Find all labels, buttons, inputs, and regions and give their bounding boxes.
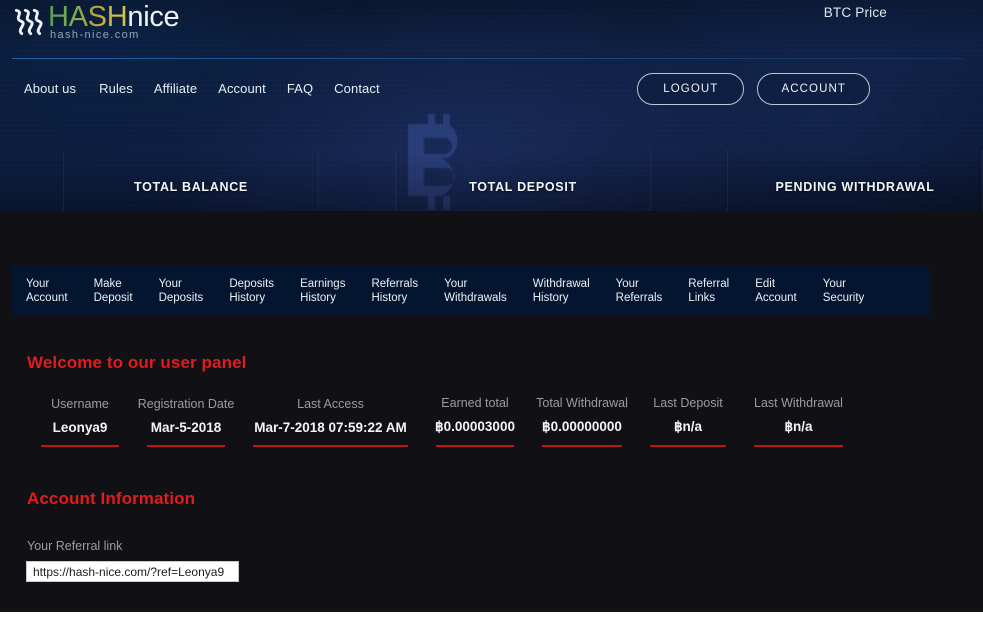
tab-line2: History <box>371 291 408 304</box>
stat-value: ฿0.00003000 <box>435 419 515 434</box>
tab-line1: Edit <box>755 277 776 290</box>
tab-line2: History <box>229 291 266 304</box>
tab-your-deposits[interactable]: Your Deposits <box>159 277 204 305</box>
stat-card-title: TOTAL BALANCE <box>134 180 248 194</box>
stat-username: Username Leonya9 <box>27 397 133 447</box>
tab-your-security[interactable]: Your Security <box>823 277 865 305</box>
account-button[interactable]: ACCOUNT <box>757 73 870 105</box>
tab-line2: Withdrawals <box>444 291 507 304</box>
stat-value: Leonya9 <box>52 420 108 435</box>
stat-total-withdrawal: Total Withdrawal ฿0.00000000 <box>528 396 636 447</box>
account-information-title: Account Information <box>27 489 196 508</box>
stat-card-total-deposit: TOTAL DEPOSIT <box>395 150 651 211</box>
nav-item-faq[interactable]: FAQ <box>287 81 334 96</box>
nav-item-contact[interactable]: Contact <box>334 81 401 96</box>
stat-value: Mar-5-2018 <box>150 420 222 435</box>
stat-value: Mar-7-2018 07:59:22 AM <box>254 420 407 435</box>
referral-link-input[interactable] <box>26 561 239 582</box>
nav-item-about-us[interactable]: About us <box>24 81 99 96</box>
stat-underline <box>41 445 119 447</box>
site-logo[interactable]: HASHnice hash-nice.com <box>10 2 180 41</box>
tab-line2: History <box>300 291 336 304</box>
stat-card-title: TOTAL DEPOSIT <box>469 180 577 194</box>
header-divider <box>12 58 964 59</box>
stat-value: ฿n/a <box>673 419 703 434</box>
tab-line1: Make <box>93 277 122 290</box>
hero-banner: HASHnice hash-nice.com BTC Price About u… <box>0 0 983 211</box>
stat-underline <box>147 445 225 447</box>
tab-line1: Your <box>615 277 639 290</box>
stat-label: Last Access <box>297 397 364 411</box>
tab-line1: Deposits <box>229 277 275 290</box>
stat-last-access: Last Access Mar-7-2018 07:59:22 AM <box>239 397 422 447</box>
tab-line2: Deposits <box>158 291 204 304</box>
tab-referrals-history[interactable]: Referrals History <box>371 277 418 305</box>
stat-label: Registration Date <box>137 397 235 411</box>
tab-your-account[interactable]: Your Account <box>26 277 68 305</box>
tab-line1: Earnings <box>300 277 346 290</box>
stat-card-title: PENDING WITHDRAWAL <box>775 180 935 194</box>
stat-underline <box>436 445 514 447</box>
tab-line2: Deposit <box>93 291 133 304</box>
tab-make-deposit[interactable]: Make Deposit <box>94 277 133 305</box>
stat-registration-date: Registration Date Mar-5-2018 <box>133 397 239 447</box>
stat-card-total-balance: TOTAL BALANCE <box>63 150 319 211</box>
nav-item-affiliate[interactable]: Affiliate <box>154 81 218 96</box>
tab-referral-links[interactable]: Referral Links <box>688 277 729 305</box>
main-nav: About us Rules Affiliate Account FAQ Con… <box>24 81 401 96</box>
tab-line2: Referrals <box>615 291 663 304</box>
tab-line1: Your <box>822 277 847 290</box>
stat-label: Username <box>51 397 109 411</box>
tab-edit-account[interactable]: Edit Account <box>755 277 797 305</box>
page-root: HASHnice hash-nice.com BTC Price About u… <box>0 0 983 612</box>
tab-line2: Links <box>688 291 716 304</box>
stat-value: ฿n/a <box>784 419 813 434</box>
tab-earnings-history[interactable]: Earnings History <box>300 277 345 305</box>
tab-withdrawal-history[interactable]: Withdrawal History <box>533 277 590 305</box>
stat-underline <box>542 445 622 447</box>
tab-your-referrals[interactable]: Your Referrals <box>616 277 663 305</box>
waves-logo-icon <box>14 8 43 36</box>
logout-button[interactable]: LOGOUT <box>637 73 745 105</box>
tab-line2: Account <box>755 291 797 304</box>
tab-line1: Your <box>444 277 468 290</box>
stat-label: Last Deposit <box>653 396 723 410</box>
btc-price-label: BTC Price <box>823 5 887 20</box>
welcome-title: Welcome to our user panel <box>27 353 247 372</box>
tab-your-withdrawals[interactable]: Your Withdrawals <box>444 277 507 305</box>
stat-earned-total: Earned total ฿0.00003000 <box>422 396 528 447</box>
tab-line1: Referrals <box>371 277 419 290</box>
referral-link-label: Your Referral link <box>27 539 123 553</box>
stat-underline <box>253 445 408 447</box>
stat-last-deposit: Last Deposit ฿n/a <box>636 396 740 447</box>
header-actions: LOGOUT ACCOUNT <box>637 73 870 105</box>
stat-label: Total Withdrawal <box>536 396 628 410</box>
page-bottom-gutter <box>0 612 983 626</box>
tab-line1: Withdrawal <box>532 277 590 290</box>
panel-tabbar: Your Account Make Deposit Your Deposits … <box>12 265 930 316</box>
account-stats-row: Username Leonya9 Registration Date Mar-5… <box>27 396 857 447</box>
tab-line1: Your <box>158 277 182 290</box>
tab-line2: Account <box>26 291 68 304</box>
tab-deposits-history[interactable]: Deposits History <box>229 277 274 305</box>
stat-value: ฿0.00000000 <box>542 419 622 434</box>
stat-label: Last Withdrawal <box>754 396 843 410</box>
tab-line1: Your <box>26 277 50 290</box>
nav-item-rules[interactable]: Rules <box>99 81 154 96</box>
stat-last-withdrawal: Last Withdrawal ฿n/a <box>740 396 857 447</box>
stat-label: Earned total <box>441 396 509 410</box>
nav-item-account[interactable]: Account <box>218 81 287 96</box>
tab-line2: History <box>532 291 569 304</box>
tab-line1: Referral <box>688 277 730 290</box>
stat-underline <box>650 445 726 447</box>
hero-stat-cards: TOTAL BALANCE TOTAL DEPOSIT PENDING WITH… <box>63 150 983 211</box>
stat-underline <box>754 445 843 447</box>
stat-card-pending-withdrawal: PENDING WITHDRAWAL <box>727 150 983 211</box>
tab-line2: Security <box>822 291 865 304</box>
